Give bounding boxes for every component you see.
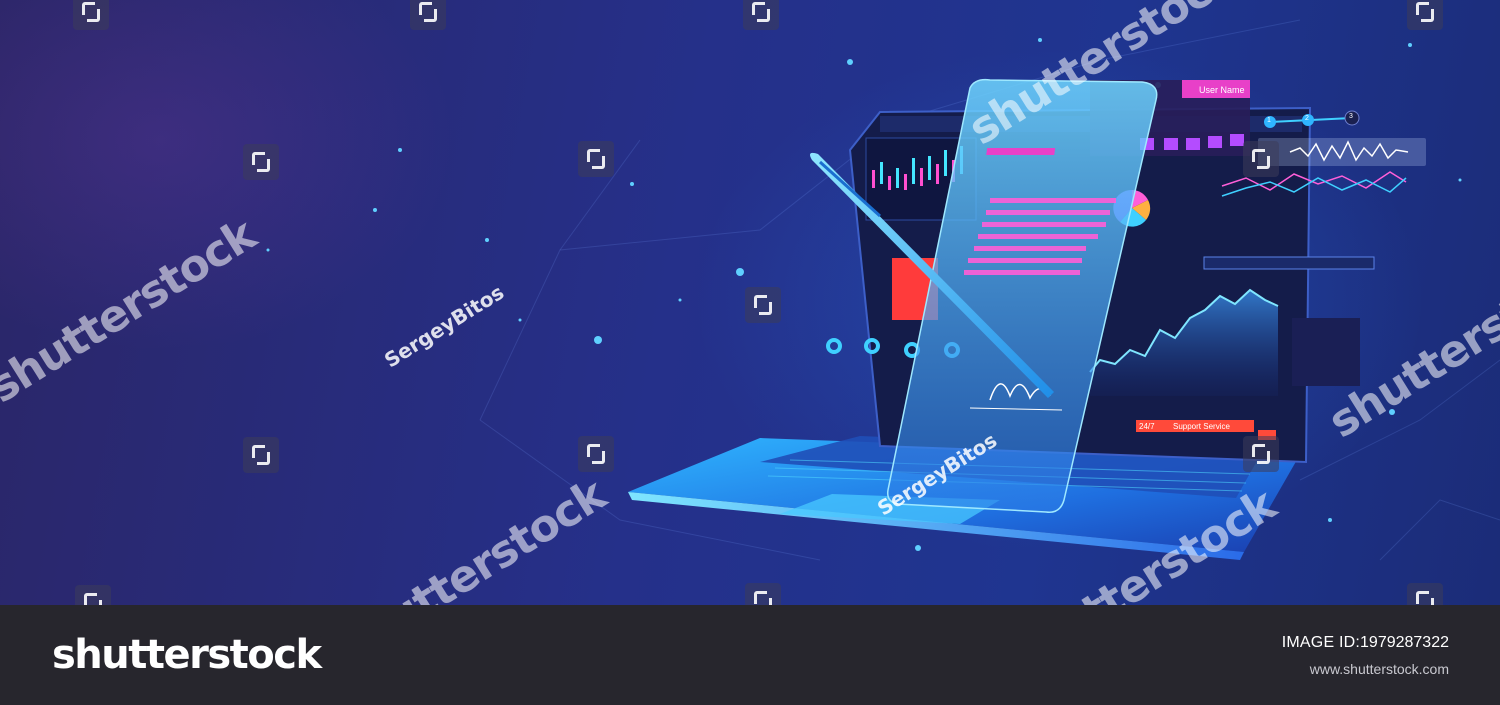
watermark-icon (73, 0, 109, 30)
user-name-label: User Name (1199, 85, 1245, 95)
watermark-icon (75, 585, 111, 605)
watermark-icon (743, 0, 779, 30)
calendar (1292, 318, 1360, 386)
watermark-icon (1243, 436, 1279, 472)
shutterstock-logo[interactable]: shutterstock (52, 632, 322, 678)
step-label-2: 2 (1305, 115, 1309, 122)
step-label-3: 3 (1349, 113, 1353, 120)
step-label-1: 1 (1267, 117, 1271, 124)
image-id-label: IMAGE ID: (1281, 634, 1361, 651)
watermark-icon (745, 583, 781, 605)
support-tag-label: 24/7 (1139, 422, 1155, 431)
image-id: IMAGE ID:1979287322 (1282, 634, 1449, 652)
watermark-icon (578, 141, 614, 177)
watermark-icon (410, 0, 446, 30)
footer-bar: shutterstock IMAGE ID:1979287322 www.shu… (0, 605, 1500, 705)
illustration-canvas: User Name Support Service 24/7 1 2 3 shu… (0, 0, 1500, 605)
watermark-icon (745, 287, 781, 323)
support-service-label: Support Service (1173, 422, 1230, 431)
search-bar (1203, 256, 1375, 270)
watermark-icon (1407, 583, 1443, 605)
footer-url[interactable]: www.shutterstock.com (1310, 661, 1449, 677)
watermark-icon (243, 437, 279, 473)
audio-panel (1258, 138, 1426, 166)
image-id-value: 1979287322 (1360, 634, 1449, 651)
watermark-icon (1407, 0, 1443, 30)
watermark-icon (578, 436, 614, 472)
watermark-icon (1243, 141, 1279, 177)
watermark-icon (243, 144, 279, 180)
